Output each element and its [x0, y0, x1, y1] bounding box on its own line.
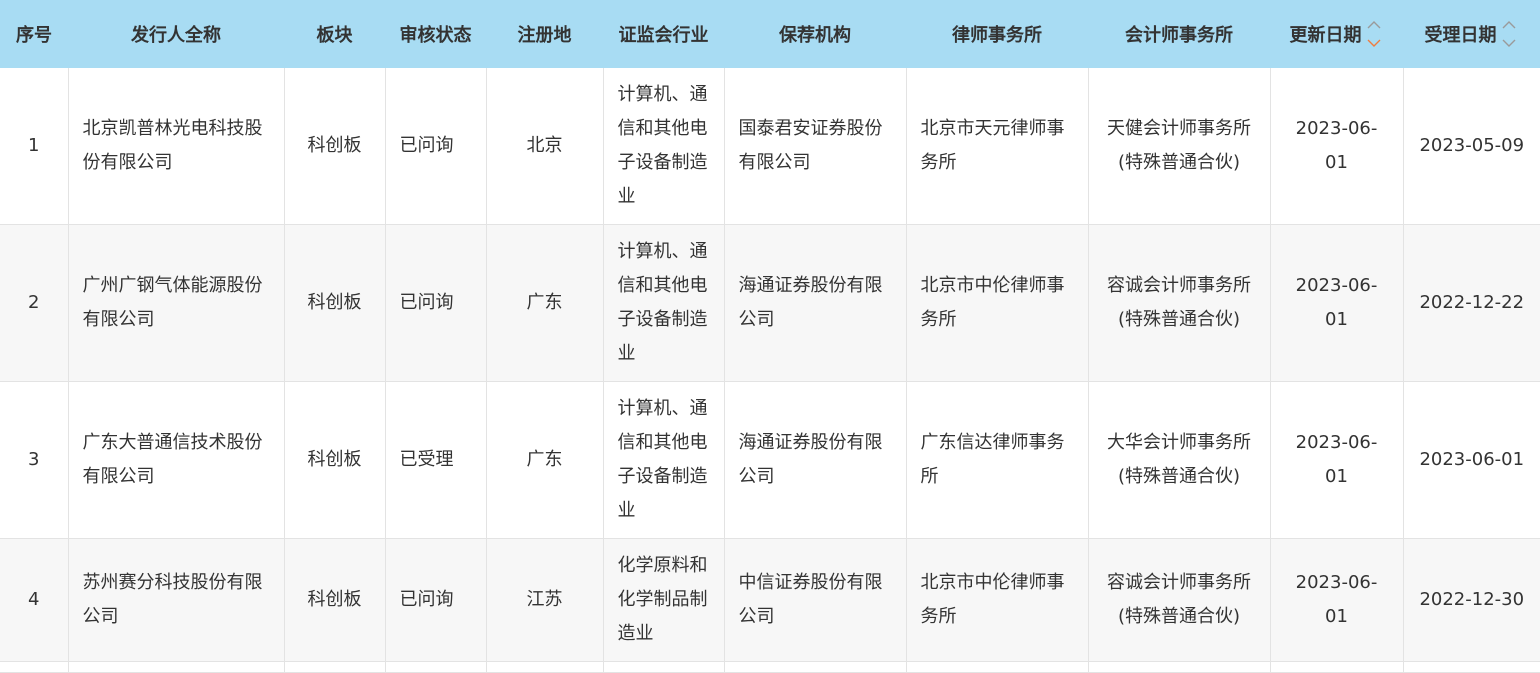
chevron-down-icon[interactable]: [1500, 34, 1518, 52]
ipo-review-table: 序号 发行人全称 板块 审核状态 注册地 证监会行业 保荐机构 律师事务所 会计…: [0, 0, 1540, 673]
cell-empty: [486, 661, 604, 673]
cell-industry: 计算机、通信和其他电子设备制造业: [603, 68, 725, 225]
cell-issuer[interactable]: 北京凯普林光电科技股份有限公司: [68, 68, 285, 225]
cell-index: 1: [0, 68, 69, 225]
cell-accept-date: 2022-12-22: [1403, 224, 1540, 382]
cell-empty: [284, 661, 386, 673]
header-row: 序号 发行人全称 板块 审核状态 注册地 证监会行业 保荐机构 律师事务所 会计…: [0, 0, 1540, 68]
header-board: 板块: [284, 0, 385, 68]
cell-accounting-firm: 容诚会计师事务所(特殊普通合伙): [1088, 224, 1271, 382]
cell-accept-date: 2023-05-09: [1403, 68, 1540, 225]
cell-board: 科创板: [284, 538, 386, 662]
cell-empty: [68, 661, 285, 673]
cell-board: 科创板: [284, 224, 386, 382]
table-row: 2 广州广钢气体能源股份有限公司 科创板 已问询 广东 计算机、通信和其他电子设…: [0, 224, 1540, 382]
header-accounting-firm: 会计师事务所: [1088, 0, 1270, 68]
sort-accept-date[interactable]: [1499, 14, 1519, 54]
chevron-up-icon[interactable]: [1500, 16, 1518, 34]
cell-sponsor: 海通证券股份有限公司: [724, 381, 907, 539]
table-row: 4 苏州赛分科技股份有限公司 科创板 已问询 江苏 化学原料和化学制品制造业 中…: [0, 538, 1540, 662]
cell-region: 广东: [486, 224, 604, 382]
cell-accept-date: 2022-12-30: [1403, 538, 1540, 662]
cell-sponsor: 中信证券股份有限公司: [724, 538, 907, 662]
cell-empty: [603, 661, 725, 673]
cell-board: 科创板: [284, 68, 386, 225]
cell-law-firm: 广东信达律师事务所: [906, 381, 1089, 539]
cell-empty: [724, 661, 907, 673]
cell-status: 已问询: [385, 224, 487, 382]
cell-empty: [385, 661, 487, 673]
table-row: 3 广东大普通信技术股份有限公司 科创板 已受理 广东 计算机、通信和其他电子设…: [0, 381, 1540, 539]
cell-empty: [0, 661, 69, 673]
header-update-date-label: 更新日期: [1289, 25, 1362, 46]
header-sponsor: 保荐机构: [724, 0, 906, 68]
cell-industry: 化学原料和化学制品制造业: [603, 538, 725, 662]
cell-industry: 计算机、通信和其他电子设备制造业: [603, 381, 725, 539]
sort-update-date[interactable]: [1364, 14, 1384, 54]
table-body: 1 北京凯普林光电科技股份有限公司 科创板 已问询 北京 计算机、通信和其他电子…: [0, 68, 1540, 673]
header-update-date[interactable]: 更新日期: [1270, 0, 1403, 68]
cell-issuer[interactable]: 苏州赛分科技股份有限公司: [68, 538, 285, 662]
cell-empty: [906, 661, 1089, 673]
cell-accounting-firm: 天健会计师事务所(特殊普通合伙): [1088, 68, 1271, 225]
cell-region: 广东: [486, 381, 604, 539]
cell-status: 已问询: [385, 68, 487, 225]
chevron-down-icon[interactable]: [1365, 34, 1383, 52]
cell-index: 4: [0, 538, 69, 662]
cell-update-date: 2023-06-01: [1270, 224, 1404, 382]
header-law-firm: 律师事务所: [906, 0, 1088, 68]
cell-sponsor: 海通证券股份有限公司: [724, 224, 907, 382]
cell-status: 已问询: [385, 538, 487, 662]
header-status: 审核状态: [385, 0, 486, 68]
cell-update-date: 2023-06-01: [1270, 538, 1404, 662]
cell-status: 已受理: [385, 381, 487, 539]
cell-update-date: 2023-06-01: [1270, 68, 1404, 225]
cell-issuer[interactable]: 广州广钢气体能源股份有限公司: [68, 224, 285, 382]
header-accept-date[interactable]: 受理日期: [1403, 0, 1540, 68]
cell-accounting-firm: 大华会计师事务所(特殊普通合伙): [1088, 381, 1271, 539]
header-accept-date-label: 受理日期: [1424, 25, 1497, 46]
table-header: 序号 发行人全称 板块 审核状态 注册地 证监会行业 保荐机构 律师事务所 会计…: [0, 0, 1540, 68]
cell-industry: 计算机、通信和其他电子设备制造业: [603, 224, 725, 382]
chevron-up-icon[interactable]: [1365, 16, 1383, 34]
header-region: 注册地: [486, 0, 603, 68]
cell-accept-date: 2023-06-01: [1403, 381, 1540, 539]
cell-issuer[interactable]: 广东大普通信技术股份有限公司: [68, 381, 285, 539]
cell-sponsor: 国泰君安证券股份有限公司: [724, 68, 907, 225]
cell-law-firm: 北京市中伦律师事务所: [906, 538, 1089, 662]
cell-region: 北京: [486, 68, 604, 225]
cell-board: 科创板: [284, 381, 386, 539]
header-index: 序号: [0, 0, 68, 68]
cell-update-date: 2023-06-01: [1270, 381, 1404, 539]
cell-law-firm: 北京市中伦律师事务所: [906, 224, 1089, 382]
cell-index: 3: [0, 381, 69, 539]
cell-empty: [1088, 661, 1271, 673]
table-row: [0, 661, 1540, 673]
table-row: 1 北京凯普林光电科技股份有限公司 科创板 已问询 北京 计算机、通信和其他电子…: [0, 68, 1540, 225]
cell-empty: [1403, 661, 1540, 673]
cell-index: 2: [0, 224, 69, 382]
header-industry: 证监会行业: [603, 0, 724, 68]
header-issuer: 发行人全称: [68, 0, 284, 68]
cell-accounting-firm: 容诚会计师事务所(特殊普通合伙): [1088, 538, 1271, 662]
cell-empty: [1270, 661, 1404, 673]
cell-region: 江苏: [486, 538, 604, 662]
cell-law-firm: 北京市天元律师事务所: [906, 68, 1089, 225]
